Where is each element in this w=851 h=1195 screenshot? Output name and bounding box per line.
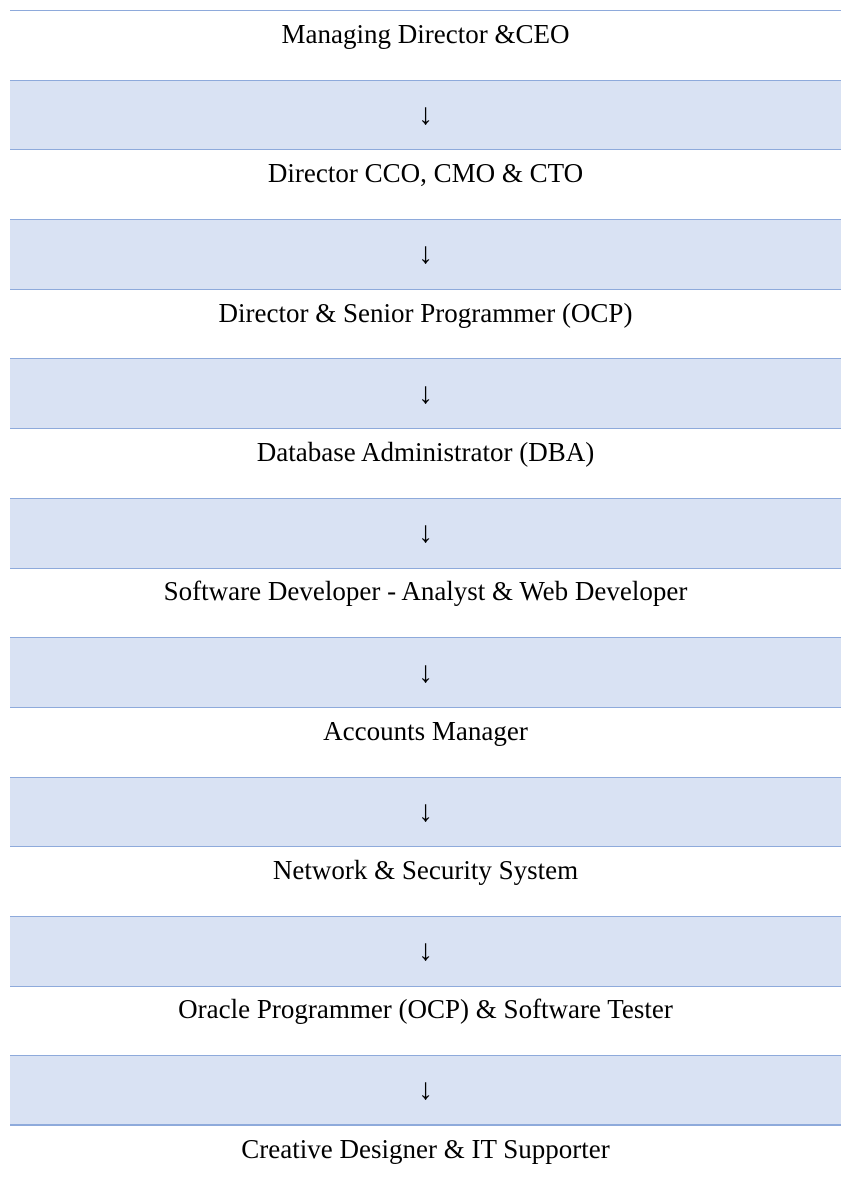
down-arrow-icon: ↓ — [418, 516, 433, 550]
role-row-software-developer: Software Developer - Analyst & Web Devel… — [10, 567, 841, 638]
down-arrow-icon: ↓ — [418, 1073, 433, 1107]
role-label: Managing Director &CEO — [281, 18, 570, 49]
connector-row: ↓ — [10, 358, 841, 429]
down-arrow-icon: ↓ — [418, 655, 433, 689]
connector-row: ↓ — [10, 637, 841, 707]
role-label: Director & Senior Programmer (OCP) — [218, 297, 633, 328]
role-label: Network & Security System — [272, 855, 579, 886]
role-label: Database Administrator (DBA) — [256, 436, 595, 467]
down-arrow-icon: ↓ — [418, 237, 433, 271]
role-label: Creative Designer & IT Supporter — [241, 1133, 610, 1164]
role-row-creative-designer-it-supporter: Creative Designer & IT Supporter — [10, 1125, 841, 1195]
down-arrow-icon: ↓ — [418, 794, 433, 828]
role-row-network-security: Network & Security System — [10, 846, 841, 916]
down-arrow-icon: ↓ — [418, 98, 433, 132]
role-label: Software Developer - Analyst & Web Devel… — [163, 576, 688, 607]
role-row-oracle-programmer-tester: Oracle Programmer (OCP) & Software Teste… — [10, 985, 841, 1056]
connector-row: ↓ — [10, 915, 841, 986]
role-row-accounts-manager: Accounts Manager — [10, 706, 841, 777]
org-hierarchy-chart: Managing Director &CEO ↓ Director CCO, C… — [0, 0, 851, 1195]
role-row-managing-director: Managing Director &CEO — [10, 10, 841, 80]
down-arrow-icon: ↓ — [418, 376, 433, 410]
role-row-director-senior-programmer: Director & Senior Programmer (OCP) — [10, 288, 841, 359]
connector-row: ↓ — [10, 497, 841, 568]
role-row-database-administrator: Database Administrator (DBA) — [10, 428, 841, 498]
connector-row: ↓ — [10, 219, 841, 289]
role-row-directors-cco-cmo-cto: Director CCO, CMO & CTO — [10, 149, 841, 220]
connector-row: ↓ — [10, 79, 841, 150]
role-label: Director CCO, CMO & CTO — [267, 158, 584, 189]
connector-row: ↓ — [10, 776, 841, 847]
role-label: Accounts Manager — [323, 715, 528, 746]
down-arrow-icon: ↓ — [418, 934, 433, 968]
role-label: Oracle Programmer (OCP) & Software Teste… — [178, 994, 673, 1025]
connector-row: ↓ — [10, 1055, 841, 1125]
org-hierarchy-rows: Managing Director &CEO ↓ Director CCO, C… — [10, 10, 841, 1195]
